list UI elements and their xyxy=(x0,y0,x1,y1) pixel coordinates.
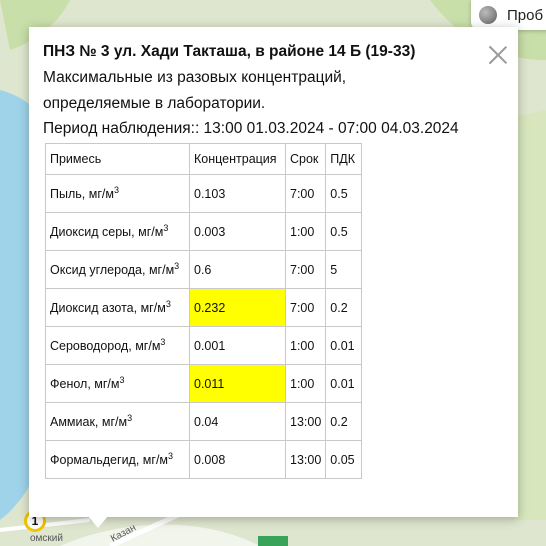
unit-superscript: 3 xyxy=(168,451,174,462)
col-header-concentration: Концентрация xyxy=(189,143,286,175)
close-icon[interactable] xyxy=(488,44,508,64)
table-header-row: Примесь Концентрация Срок ПДК xyxy=(45,143,363,175)
unit-superscript: 3 xyxy=(160,337,166,348)
substance-name: Диоксид азота, xyxy=(50,301,141,316)
observation-period: Период наблюдения:: 13:00 01.03.2024 - 0… xyxy=(43,120,459,137)
substance-name: Диоксид серы, xyxy=(50,225,139,240)
time-cell: 13:00 xyxy=(284,402,327,441)
unit-superscript: 3 xyxy=(119,375,125,386)
concentration-cell: 0.232 xyxy=(189,288,286,327)
pdk-cell: 0.5 xyxy=(325,212,363,251)
concentration-cell: 0.001 xyxy=(189,326,286,365)
popup-description-line2: определяемые в лаборатории. xyxy=(43,95,266,112)
traffic-button-label: Проб xyxy=(507,6,544,24)
table-row: Диоксид азота, мг/м3 0.232 7:00 0.2 xyxy=(45,288,363,327)
unit-label: мг/м xyxy=(142,453,169,468)
pdk-cell: 0.01 xyxy=(325,326,363,365)
unit-superscript: 3 xyxy=(163,223,169,234)
substance-cell: Формальдегид, мг/м3 xyxy=(45,440,190,479)
concentration-cell: 0.011 xyxy=(189,364,286,403)
pdk-cell: 0.2 xyxy=(325,402,363,441)
table-row: Формальдегид, мг/м3 0.008 13:00 0.05 xyxy=(45,440,363,479)
substance-cell: Диоксид серы, мг/м3 xyxy=(45,212,190,251)
pdk-cell: 0.05 xyxy=(325,440,363,479)
pdk-cell: 0.2 xyxy=(325,288,363,327)
time-cell: 7:00 xyxy=(284,174,327,213)
substance-cell: Пыль, мг/м3 xyxy=(45,174,190,213)
substance-cell: Оксид углерода, мг/м3 xyxy=(45,250,190,289)
time-cell: 7:00 xyxy=(284,288,327,327)
col-header-substance: Примесь xyxy=(45,143,190,175)
traffic-button[interactable]: Проб xyxy=(471,0,546,30)
unit-label: мг/м xyxy=(148,263,175,278)
table-row: Пыль, мг/м3 0.103 7:00 0.5 xyxy=(45,174,363,213)
unit-label: мг/м xyxy=(94,377,120,392)
time-cell: 1:00 xyxy=(284,326,327,365)
unit-superscript: 3 xyxy=(113,185,119,196)
substance-cell: Фенол, мг/м3 xyxy=(45,364,190,403)
concentration-cell: 0.04 xyxy=(189,402,286,441)
concentration-cell: 0.003 xyxy=(189,212,286,251)
table-row: Аммиак, мг/м3 0.04 13:00 0.2 xyxy=(45,402,363,441)
time-cell: 1:00 xyxy=(284,364,327,403)
unit-label: мг/м xyxy=(135,339,161,354)
popup-pointer xyxy=(88,516,108,528)
traffic-light-icon xyxy=(479,6,497,24)
time-cell: 13:00 xyxy=(284,440,327,479)
pdk-cell: 0.01 xyxy=(325,364,363,403)
col-header-time: Срок xyxy=(284,143,327,175)
unit-label: мг/м xyxy=(101,415,128,430)
col-header-pdk: ПДК xyxy=(325,143,363,175)
unit-superscript: 3 xyxy=(165,299,171,310)
popup-title: ПНЗ № 3 ул. Хади Такташа, в районе 14 Б … xyxy=(43,43,416,60)
unit-label: мг/м xyxy=(88,187,114,202)
substance-cell: Аммиак, мг/м3 xyxy=(45,402,190,441)
time-cell: 1:00 xyxy=(284,212,327,251)
substance-name: Аммиак, xyxy=(50,415,102,430)
map-label-district: омский xyxy=(30,533,63,544)
substance-name: Оксид углерода, xyxy=(50,263,149,278)
substance-cell: Сероводород, мг/м3 xyxy=(45,326,190,365)
substance-name: Фенол, xyxy=(50,377,95,392)
table-row: Оксид углерода, мг/м3 0.6 7:00 5 xyxy=(45,250,363,289)
substance-cell: Диоксид азота, мг/м3 xyxy=(45,288,190,327)
unit-superscript: 3 xyxy=(127,413,133,424)
pdk-cell: 0.5 xyxy=(325,174,363,213)
unit-label: мг/м xyxy=(138,225,164,240)
table-row: Диоксид серы, мг/м3 0.003 1:00 0.5 xyxy=(45,212,363,251)
pdk-cell: 5 xyxy=(325,250,363,289)
table-row: Фенол, мг/м3 0.011 1:00 0.01 xyxy=(45,364,363,403)
table-row: Сероводород, мг/м3 0.001 1:00 0.01 xyxy=(45,326,363,365)
substance-name: Пыль, xyxy=(50,187,89,202)
substance-name: Формальдегид, xyxy=(50,453,143,468)
time-cell: 7:00 xyxy=(284,250,327,289)
unit-superscript: 3 xyxy=(174,261,180,272)
substance-name: Сероводород, xyxy=(50,339,136,354)
popup-description-line1: Максимальные из разовых концентраций, xyxy=(43,69,347,86)
concentration-cell: 0.103 xyxy=(189,174,286,213)
concentrations-table: Примесь Концентрация Срок ПДК Пыль, мг/м… xyxy=(45,143,363,479)
concentration-cell: 0.6 xyxy=(189,250,286,289)
concentration-cell: 0.008 xyxy=(189,440,286,479)
station-popup: ПНЗ № 3 ул. Хади Такташа, в районе 14 Б … xyxy=(29,27,518,517)
unit-label: мг/м xyxy=(140,301,166,316)
